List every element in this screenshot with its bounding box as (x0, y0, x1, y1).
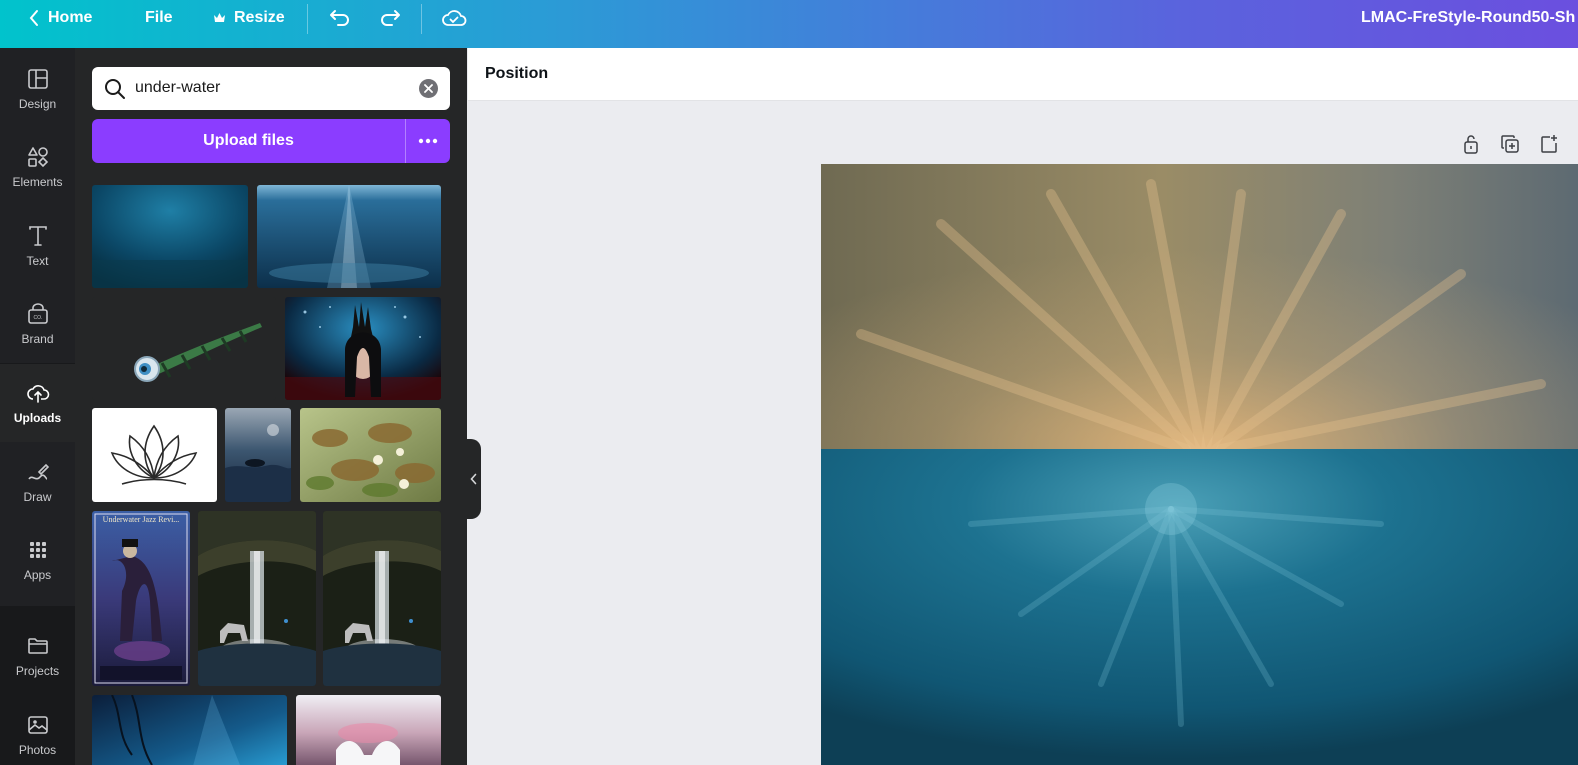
rail-item-photos[interactable]: Photos (0, 696, 75, 765)
resize-button[interactable]: Resize (213, 0, 285, 36)
brand-icon: CO. (27, 303, 48, 324)
resize-label: Resize (234, 9, 285, 26)
upload-thumbnail[interactable] (285, 297, 441, 400)
crown-icon (214, 13, 225, 22)
upload-thumbnail[interactable] (92, 695, 287, 765)
search-input[interactable]: under-water (92, 67, 450, 110)
layout-icon (27, 69, 48, 89)
shapes-icon (27, 147, 48, 168)
divider (421, 4, 422, 34)
upload-thumbnail[interactable] (198, 511, 316, 686)
add-page-button[interactable] (1538, 133, 1560, 155)
home-label: Home (48, 9, 93, 26)
image-icon (27, 716, 48, 734)
rail-label: Brand (21, 332, 54, 346)
file-label: File (145, 9, 173, 26)
upload-thumbnail[interactable]: Underwater Jazz Revi... (92, 511, 190, 686)
divider (307, 4, 308, 34)
rail-label: Projects (15, 664, 60, 678)
rail-item-apps[interactable]: Apps (0, 521, 75, 599)
document-title[interactable]: LMAC-FreStyle-Round50-Sh (1361, 0, 1578, 36)
text-t-icon (28, 226, 47, 246)
add-page-icon (1541, 135, 1557, 153)
apps-grid-icon (29, 542, 46, 558)
redo-icon (381, 10, 400, 26)
rail-item-draw[interactable]: Draw (0, 443, 75, 521)
position-button[interactable]: Position (485, 65, 548, 83)
clear-search-icon[interactable] (419, 79, 438, 98)
svg-text:CO.: CO. (33, 315, 42, 321)
rail-label: Apps (23, 568, 52, 582)
upload-thumbnail[interactable] (323, 511, 441, 686)
context-toolbar: Position (468, 48, 1578, 101)
chevron-left-icon (470, 473, 477, 485)
upload-thumbnail[interactable] (296, 695, 441, 765)
home-button[interactable]: Home (28, 0, 92, 36)
uploads-panel: under-water Upload files Underwater Jazz… (75, 48, 467, 765)
cloud-upload-icon (26, 385, 49, 403)
lock-page-button[interactable] (1460, 133, 1482, 155)
draw-icon (27, 463, 49, 480)
save-status-button[interactable] (441, 0, 467, 36)
rail-item-design[interactable]: Design (0, 50, 75, 128)
cloud-check-icon (442, 10, 467, 26)
file-menu-button[interactable]: File (145, 0, 173, 36)
upload-thumbnail[interactable] (225, 408, 291, 502)
duplicate-icon (1501, 135, 1519, 153)
upload-files-button[interactable]: Upload files (92, 119, 405, 163)
rail-label: Text (26, 254, 49, 268)
upload-thumbnail[interactable] (300, 408, 441, 502)
top-bar: Home File Resize LMAC-FreStyle-Round50-S… (0, 0, 1578, 48)
rail-label: Uploads (13, 411, 62, 425)
upload-thumbnail[interactable] (257, 185, 441, 288)
rail-label: Elements (12, 175, 63, 189)
redo-button[interactable] (379, 0, 401, 36)
rail-item-projects[interactable]: Projects (0, 617, 75, 695)
rail-item-text[interactable]: Text (0, 207, 75, 285)
upload-thumbnail[interactable] (92, 297, 276, 400)
lock-icon (1464, 135, 1478, 154)
upload-thumbnail[interactable] (92, 408, 217, 502)
search-query[interactable]: under-water (135, 79, 220, 97)
rail-item-brand[interactable]: CO. Brand (0, 285, 75, 363)
rail-label: Photos (18, 743, 57, 757)
thumbnail-caption: Underwater Jazz Revi... (102, 515, 180, 524)
search-icon (105, 79, 125, 99)
undo-button[interactable] (329, 0, 351, 36)
undo-icon (330, 10, 349, 26)
rail-label: Draw (23, 490, 52, 504)
collapse-panel-button[interactable] (466, 439, 481, 519)
more-options-button[interactable] (405, 119, 450, 163)
rail-item-uploads[interactable]: Uploads (0, 364, 75, 442)
duplicate-page-button[interactable] (1499, 133, 1521, 155)
upload-thumbnail[interactable] (92, 185, 248, 288)
folder-icon (27, 638, 48, 654)
chevron-left-icon (29, 10, 38, 26)
rail-label: Design (18, 97, 57, 111)
ellipsis-icon (418, 138, 438, 144)
rail-item-elements[interactable]: Elements (0, 128, 75, 206)
left-rail: Design Elements Text CO. Brand Uploads D… (0, 48, 75, 765)
upload-files-button-group: Upload files (92, 119, 450, 163)
design-canvas[interactable] (821, 164, 1578, 765)
